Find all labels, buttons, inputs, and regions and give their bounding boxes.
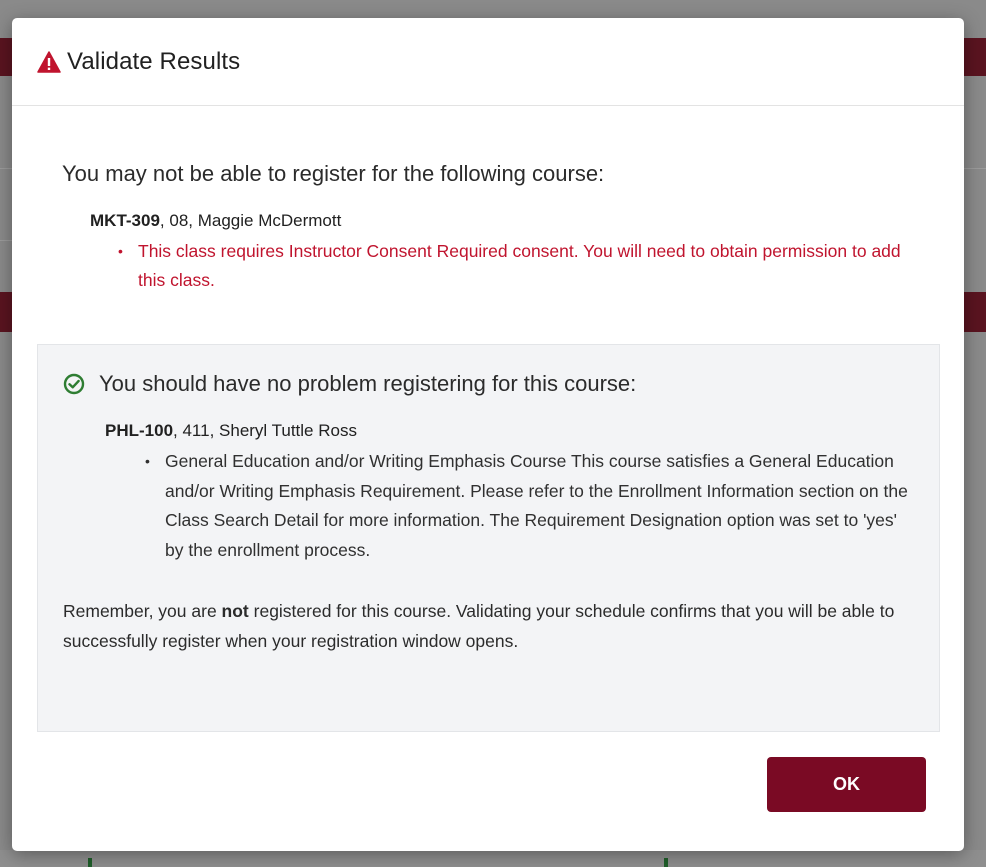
remember-note: Remember, you are not registered for thi… xyxy=(63,601,895,651)
error-message: This class requires Instructor Consent R… xyxy=(118,237,914,295)
dialog-footer: OK xyxy=(12,732,964,851)
background-footer xyxy=(0,850,986,867)
background-divider xyxy=(0,240,12,241)
error-lead: You may not be able to register for the … xyxy=(62,161,605,186)
error-messages: This class requires Instructor Consent R… xyxy=(62,237,914,295)
error-section: You may not be able to register for the … xyxy=(12,106,964,343)
course-code: PHL-100 xyxy=(105,421,174,440)
success-lead: You should have no problem registering f… xyxy=(99,371,637,396)
background-header-strip-left xyxy=(0,38,12,76)
background-divider xyxy=(964,168,986,169)
success-lead-row: You should have no problem registering f… xyxy=(63,371,914,397)
background-green-mark xyxy=(664,858,668,867)
error-course: MKT-309, 08, Maggie McDermott xyxy=(90,209,914,233)
success-course: PHL-100, 411, Sheryl Tuttle Ross xyxy=(105,419,914,443)
dialog-header: Validate Results xyxy=(12,18,964,106)
course-code: MKT-309 xyxy=(90,211,160,230)
ok-button[interactable]: OK xyxy=(767,757,926,812)
check-circle-icon xyxy=(63,373,85,395)
success-section: You should have no problem registering f… xyxy=(37,344,940,732)
course-details: , 411, Sheryl Tuttle Ross xyxy=(173,421,357,440)
background-divider xyxy=(0,168,12,169)
validate-results-dialog: Validate Results You may not be able to … xyxy=(12,18,964,851)
success-messages: General Education and/or Writing Emphasi… xyxy=(63,447,914,565)
background-green-mark xyxy=(88,858,92,867)
course-details: , 08, Maggie McDermott xyxy=(159,211,342,230)
success-message: General Education and/or Writing Emphasi… xyxy=(145,447,914,565)
dialog-title: Validate Results xyxy=(67,47,241,75)
warning-triangle-icon xyxy=(37,50,61,73)
background-band-left xyxy=(0,292,12,332)
background-band-right xyxy=(964,292,986,332)
background-header-strip-right xyxy=(964,38,986,76)
remember-emphasis: not xyxy=(221,601,249,621)
